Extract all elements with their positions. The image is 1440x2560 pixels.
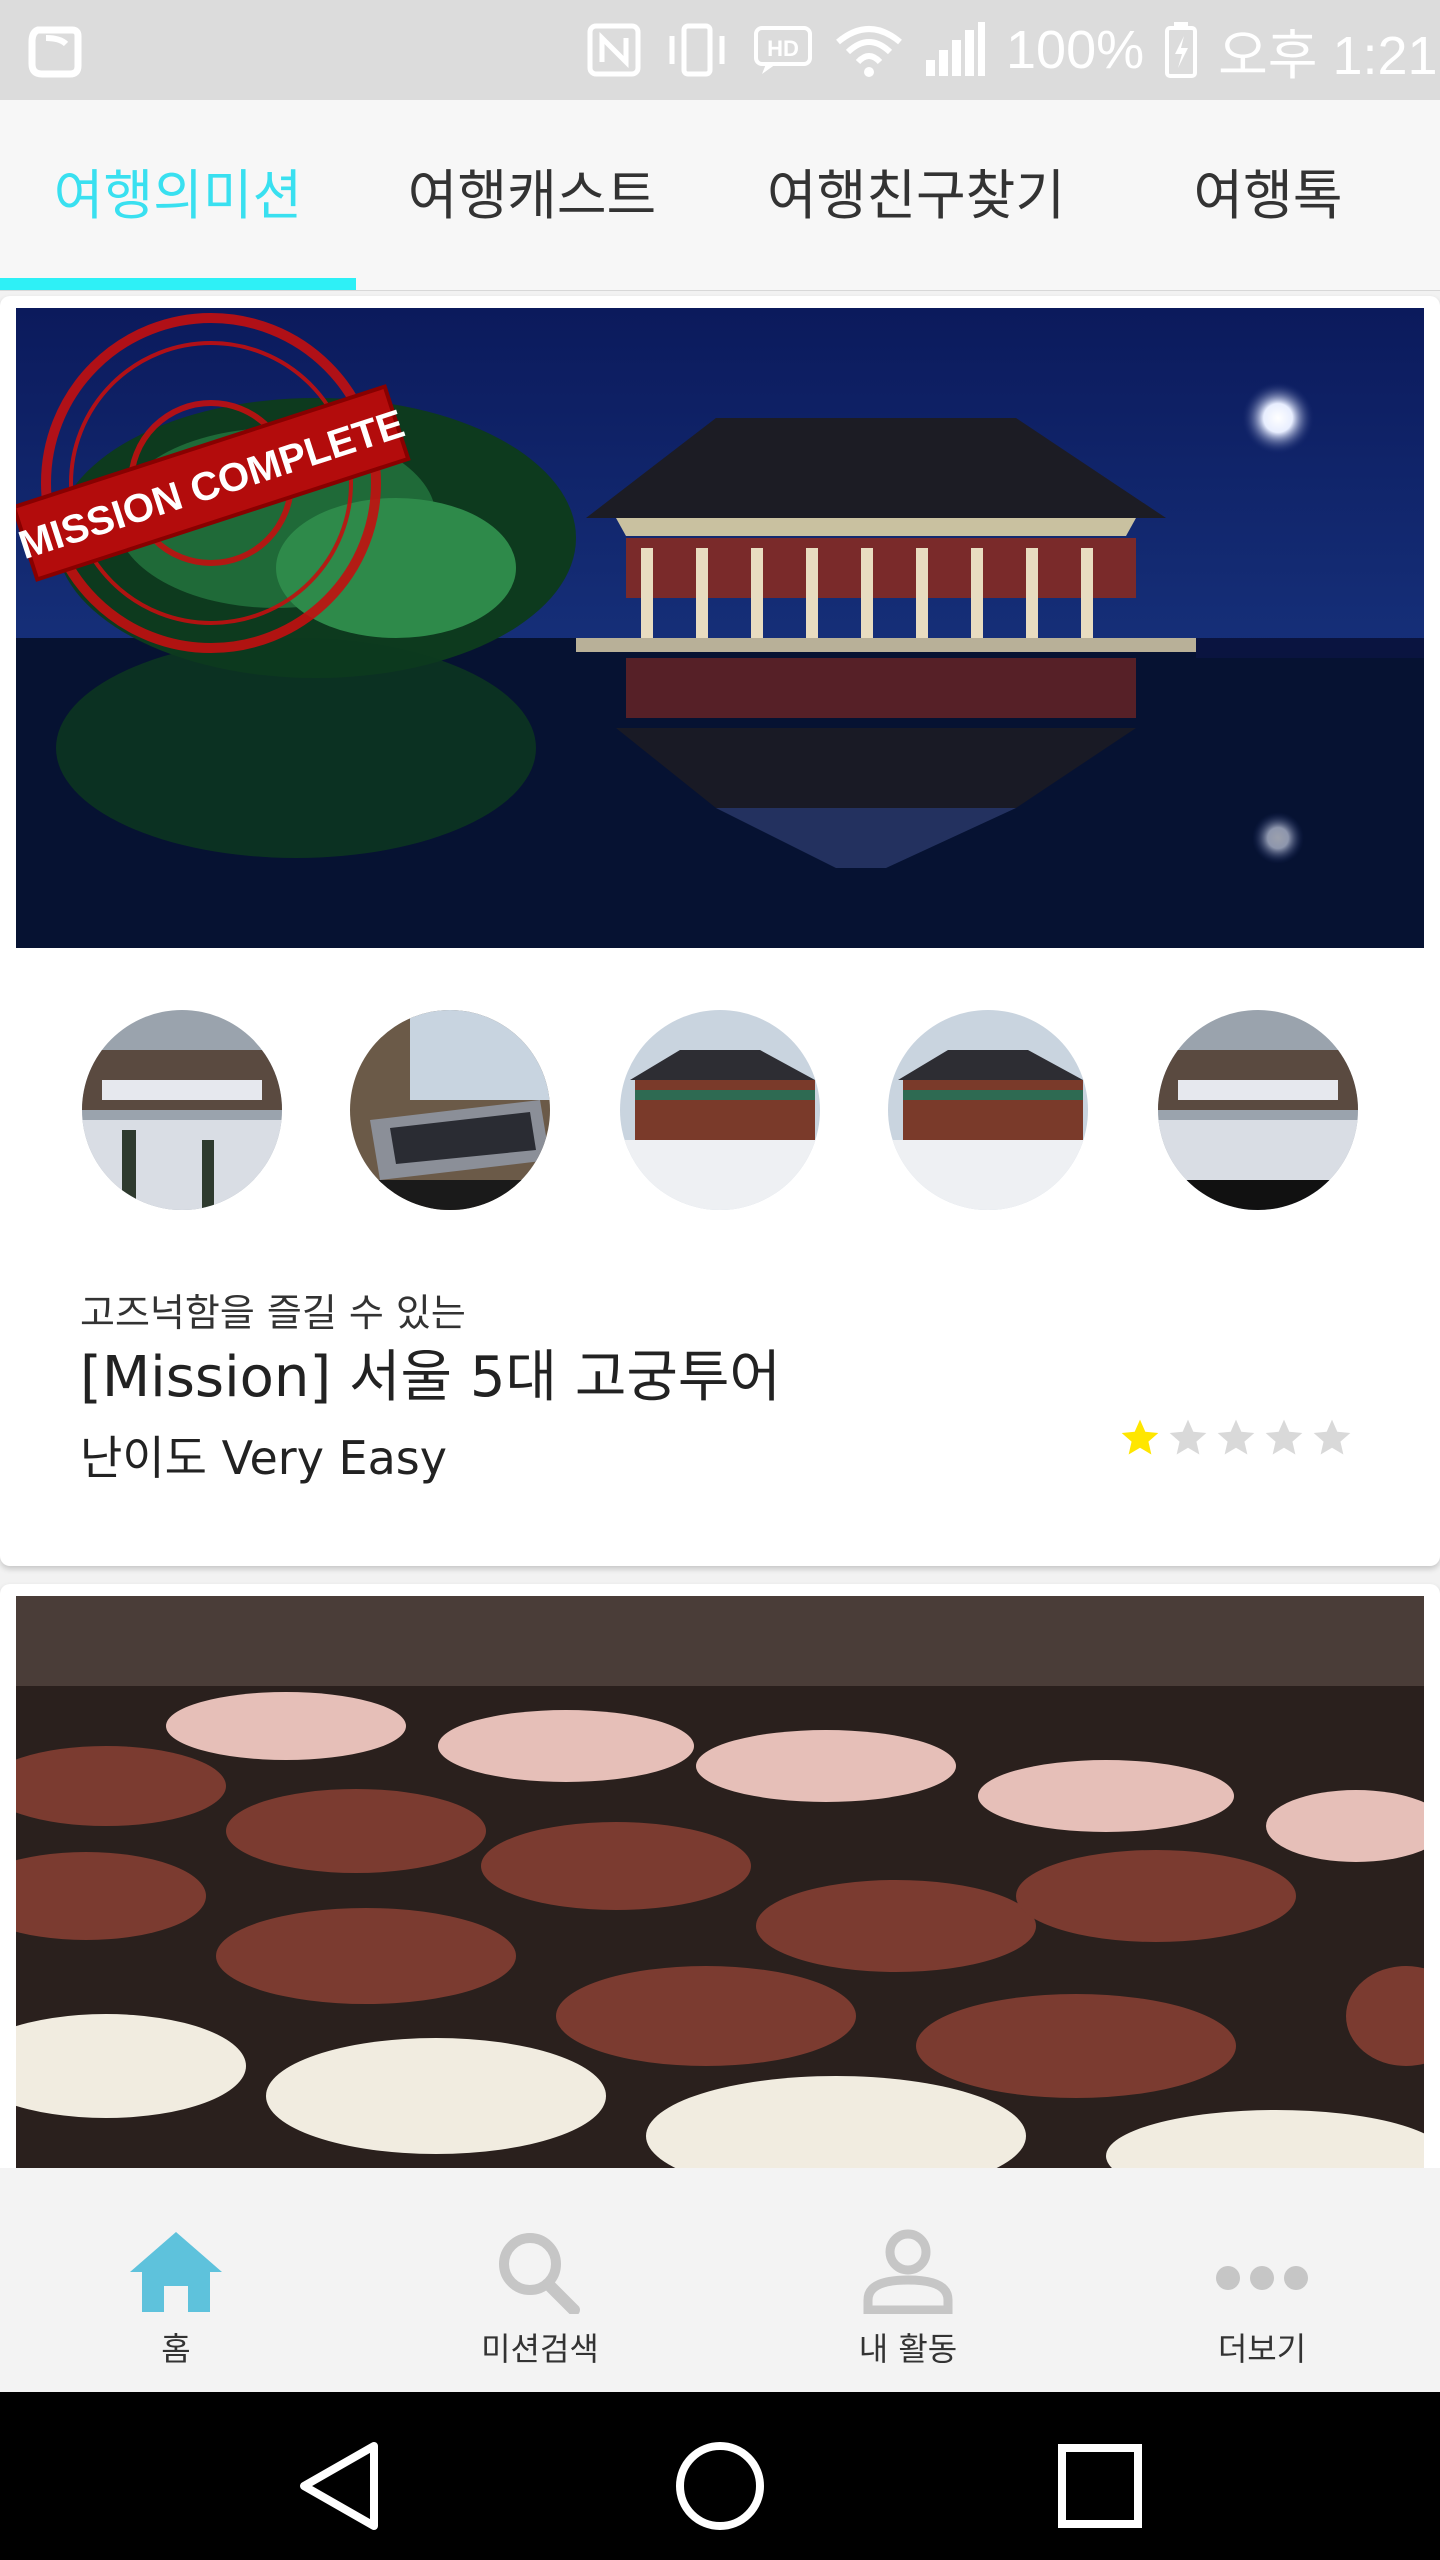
battery-percent: 100% (1006, 20, 1145, 80)
nfc-icon (587, 23, 641, 77)
home-icon (130, 2232, 222, 2312)
thumbnail-2[interactable] (350, 1010, 550, 1210)
vibrate-icon (669, 23, 725, 77)
mission-difficulty: 난이도 Very Easy (80, 1431, 447, 1485)
back-icon[interactable] (290, 2436, 390, 2536)
tab-travel-talk[interactable]: 여행톡 (1180, 160, 1356, 232)
thumbnail-5[interactable] (1158, 1010, 1358, 1210)
thumbnail-4[interactable] (888, 1010, 1088, 1210)
star-empty-icon (1313, 1419, 1351, 1455)
battery-charging-icon (1165, 22, 1198, 78)
bottom-navigation: 홈 미션검색 내 활동 더보기 (0, 2168, 1440, 2392)
mission-title: [Mission] 서울 5대 고궁투어 (80, 1345, 781, 1410)
system-navigation-bar (0, 2392, 1440, 2560)
thumbnail-3[interactable] (620, 1010, 820, 1210)
star-empty-icon (1265, 1419, 1303, 1455)
wifi-icon (836, 26, 902, 77)
mission-hero-image: MISSION COMPLETE (16, 308, 1424, 948)
star-empty-icon (1169, 1419, 1207, 1455)
nav-home[interactable]: 홈 (76, 2228, 276, 2370)
nav-mission-search[interactable]: 미션검색 (440, 2228, 640, 2370)
more-dots-icon (1216, 2266, 1308, 2290)
search-icon (499, 2233, 580, 2314)
tab-travel-mission[interactable]: 여행의미션 (46, 160, 310, 232)
star-filled-icon (1121, 1419, 1159, 1455)
signal-icon (926, 22, 985, 76)
nav-my-activity-label: 내 활동 (858, 2330, 958, 2368)
nav-mission-search-label: 미션검색 (481, 2330, 599, 2368)
tab-travel-cast[interactable]: 여행캐스트 (400, 160, 664, 232)
mission-card-2[interactable] (0, 1584, 1440, 2204)
mission-thumbnail-list (0, 1010, 1440, 1210)
status-bar: HD 100% 오후 1:21 (0, 0, 1440, 100)
person-icon (863, 2229, 953, 2314)
active-tab-indicator (0, 278, 356, 290)
hd-voice-icon: HD (754, 26, 812, 74)
nav-more-label: 더보기 (1217, 2330, 1307, 2368)
top-tab-bar: 여행의미션 여행캐스트 여행친구찾기 여행톡 (0, 100, 1440, 291)
nav-home-label: 홈 (161, 2330, 191, 2368)
clock: 오후 1:21 (1218, 25, 1438, 86)
svg-text:HD: HD (767, 36, 799, 61)
mission-card[interactable]: MISSION COMPLETE 고즈넉함을 즐길 수 있는 [Mission]… (0, 296, 1440, 1566)
recents-icon[interactable] (1050, 2436, 1150, 2536)
tab-find-travel-friends[interactable]: 여행친구찾기 (756, 160, 1076, 232)
app-notification-icon (28, 26, 82, 78)
nav-my-activity[interactable]: 내 활동 (808, 2228, 1008, 2370)
thumbnail-1[interactable] (82, 1010, 282, 1210)
star-empty-icon (1217, 1419, 1255, 1455)
mission-hero-image-2 (16, 1596, 1424, 2176)
nav-more[interactable]: 더보기 (1162, 2228, 1362, 2370)
rating-stars (1118, 1416, 1354, 1460)
home-circle-icon[interactable] (670, 2436, 770, 2536)
mission-subtitle: 고즈넉함을 즐길 수 있는 (80, 1291, 466, 1335)
